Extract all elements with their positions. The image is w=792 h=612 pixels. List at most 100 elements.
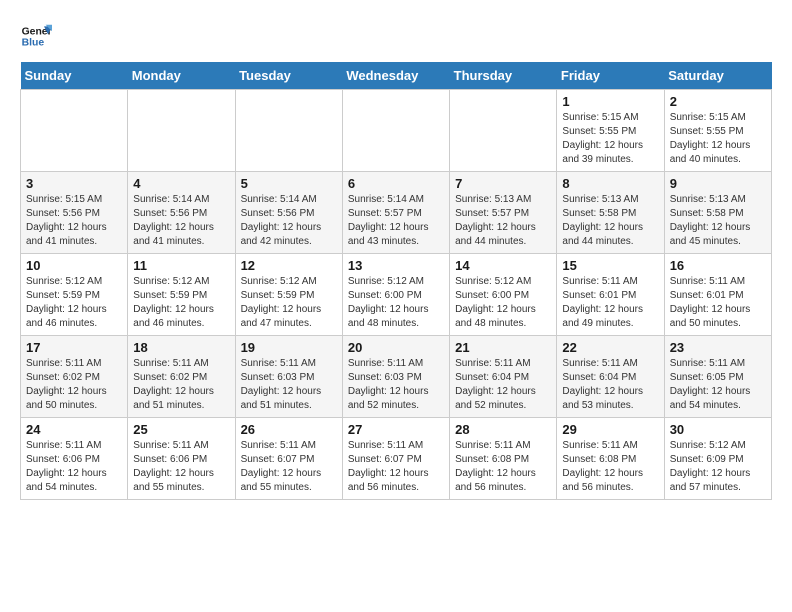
day-number: 13 <box>348 258 444 273</box>
day-cell: 6 Sunrise: 5:14 AM Sunset: 5:57 PM Daylig… <box>342 172 449 254</box>
logo: General Blue <box>20 20 52 52</box>
day-info: Sunrise: 5:11 AM Sunset: 6:08 PM Dayligh… <box>562 439 658 495</box>
day-info: Sunrise: 5:11 AM Sunset: 6:05 PM Dayligh… <box>670 357 766 413</box>
weekday-header-saturday: Saturday <box>664 62 771 90</box>
day-cell <box>21 90 128 172</box>
day-cell: 18 Sunrise: 5:11 AM Sunset: 6:02 PM Dayli… <box>128 336 235 418</box>
day-number: 11 <box>133 258 229 273</box>
day-cell <box>450 90 557 172</box>
day-info: Sunrise: 5:11 AM Sunset: 6:06 PM Dayligh… <box>133 439 229 495</box>
day-number: 14 <box>455 258 551 273</box>
day-number: 3 <box>26 176 122 191</box>
day-number: 26 <box>241 422 337 437</box>
day-info: Sunrise: 5:11 AM Sunset: 6:03 PM Dayligh… <box>348 357 444 413</box>
day-info: Sunrise: 5:14 AM Sunset: 5:57 PM Dayligh… <box>348 193 444 249</box>
week-row-3: 10 Sunrise: 5:12 AM Sunset: 5:59 PM Dayli… <box>21 254 772 336</box>
day-number: 15 <box>562 258 658 273</box>
day-info: Sunrise: 5:13 AM Sunset: 5:58 PM Dayligh… <box>562 193 658 249</box>
day-cell <box>128 90 235 172</box>
day-number: 18 <box>133 340 229 355</box>
day-info: Sunrise: 5:12 AM Sunset: 6:00 PM Dayligh… <box>348 275 444 331</box>
day-info: Sunrise: 5:11 AM Sunset: 6:07 PM Dayligh… <box>348 439 444 495</box>
page-header: General Blue <box>20 20 772 52</box>
day-number: 9 <box>670 176 766 191</box>
day-cell: 8 Sunrise: 5:13 AM Sunset: 5:58 PM Daylig… <box>557 172 664 254</box>
day-cell: 7 Sunrise: 5:13 AM Sunset: 5:57 PM Daylig… <box>450 172 557 254</box>
calendar-table: SundayMondayTuesdayWednesdayThursdayFrid… <box>20 62 772 500</box>
day-cell: 17 Sunrise: 5:11 AM Sunset: 6:02 PM Dayli… <box>21 336 128 418</box>
day-info: Sunrise: 5:14 AM Sunset: 5:56 PM Dayligh… <box>133 193 229 249</box>
day-info: Sunrise: 5:15 AM Sunset: 5:55 PM Dayligh… <box>670 111 766 167</box>
day-info: Sunrise: 5:11 AM Sunset: 6:04 PM Dayligh… <box>562 357 658 413</box>
day-cell: 11 Sunrise: 5:12 AM Sunset: 5:59 PM Dayli… <box>128 254 235 336</box>
day-info: Sunrise: 5:11 AM Sunset: 6:03 PM Dayligh… <box>241 357 337 413</box>
day-cell: 19 Sunrise: 5:11 AM Sunset: 6:03 PM Dayli… <box>235 336 342 418</box>
day-number: 16 <box>670 258 766 273</box>
weekday-header-thursday: Thursday <box>450 62 557 90</box>
weekday-header-tuesday: Tuesday <box>235 62 342 90</box>
day-cell: 28 Sunrise: 5:11 AM Sunset: 6:08 PM Dayli… <box>450 418 557 500</box>
day-number: 24 <box>26 422 122 437</box>
day-cell: 5Sunrise: 5:14 AM Sunset: 5:56 PM Daylig… <box>235 172 342 254</box>
day-cell: 25 Sunrise: 5:11 AM Sunset: 6:06 PM Dayli… <box>128 418 235 500</box>
day-cell: 3 Sunrise: 5:15 AM Sunset: 5:56 PM Daylig… <box>21 172 128 254</box>
day-number: 23 <box>670 340 766 355</box>
day-cell: 26 Sunrise: 5:11 AM Sunset: 6:07 PM Dayli… <box>235 418 342 500</box>
day-number: 7 <box>455 176 551 191</box>
week-row-1: 1 Sunrise: 5:15 AM Sunset: 5:55 PM Daylig… <box>21 90 772 172</box>
day-number: 2 <box>670 94 766 109</box>
day-cell: 14Sunrise: 5:12 AM Sunset: 6:00 PM Dayli… <box>450 254 557 336</box>
day-number: 12 <box>241 258 337 273</box>
day-info: Sunrise: 5:11 AM Sunset: 6:07 PM Dayligh… <box>241 439 337 495</box>
day-info: Sunrise: 5:12 AM Sunset: 5:59 PM Dayligh… <box>26 275 122 331</box>
day-cell: 27 Sunrise: 5:11 AM Sunset: 6:07 PM Dayli… <box>342 418 449 500</box>
day-info: Sunrise: 5:12 AM Sunset: 6:09 PM Dayligh… <box>670 439 766 495</box>
weekday-header-monday: Monday <box>128 62 235 90</box>
week-row-4: 17 Sunrise: 5:11 AM Sunset: 6:02 PM Dayli… <box>21 336 772 418</box>
day-number: 27 <box>348 422 444 437</box>
day-number: 25 <box>133 422 229 437</box>
logo-icon: General Blue <box>20 20 52 52</box>
day-number: 4 <box>133 176 229 191</box>
day-info: Sunrise: 5:11 AM Sunset: 6:01 PM Dayligh… <box>562 275 658 331</box>
day-info: Sunrise: 5:11 AM Sunset: 6:01 PM Dayligh… <box>670 275 766 331</box>
day-number: 10 <box>26 258 122 273</box>
day-cell: 29 Sunrise: 5:11 AM Sunset: 6:08 PM Dayli… <box>557 418 664 500</box>
day-cell: 24 Sunrise: 5:11 AM Sunset: 6:06 PM Dayli… <box>21 418 128 500</box>
day-info: Sunrise: 5:11 AM Sunset: 6:02 PM Dayligh… <box>133 357 229 413</box>
day-number: 20 <box>348 340 444 355</box>
day-cell <box>235 90 342 172</box>
day-cell: 4 Sunrise: 5:14 AM Sunset: 5:56 PM Daylig… <box>128 172 235 254</box>
day-number: 28 <box>455 422 551 437</box>
weekday-header-row: SundayMondayTuesdayWednesdayThursdayFrid… <box>21 62 772 90</box>
day-cell: 12Sunrise: 5:12 AM Sunset: 5:59 PM Dayli… <box>235 254 342 336</box>
day-cell: 23 Sunrise: 5:11 AM Sunset: 6:05 PM Dayli… <box>664 336 771 418</box>
day-info: Sunrise: 5:14 AM Sunset: 5:56 PM Dayligh… <box>241 193 337 249</box>
day-number: 1 <box>562 94 658 109</box>
day-number: 29 <box>562 422 658 437</box>
weekday-header-sunday: Sunday <box>21 62 128 90</box>
day-info: Sunrise: 5:15 AM Sunset: 5:55 PM Dayligh… <box>562 111 658 167</box>
day-number: 6 <box>348 176 444 191</box>
day-cell: 16 Sunrise: 5:11 AM Sunset: 6:01 PM Dayli… <box>664 254 771 336</box>
day-cell: 2 Sunrise: 5:15 AM Sunset: 5:55 PM Daylig… <box>664 90 771 172</box>
day-number: 8 <box>562 176 658 191</box>
day-number: 17 <box>26 340 122 355</box>
day-number: 19 <box>241 340 337 355</box>
day-info: Sunrise: 5:12 AM Sunset: 5:59 PM Dayligh… <box>133 275 229 331</box>
day-cell: 21Sunrise: 5:11 AM Sunset: 6:04 PM Dayli… <box>450 336 557 418</box>
day-cell: 13 Sunrise: 5:12 AM Sunset: 6:00 PM Dayli… <box>342 254 449 336</box>
day-info: Sunrise: 5:11 AM Sunset: 6:06 PM Dayligh… <box>26 439 122 495</box>
day-number: 30 <box>670 422 766 437</box>
day-cell: 15 Sunrise: 5:11 AM Sunset: 6:01 PM Dayli… <box>557 254 664 336</box>
week-row-2: 3 Sunrise: 5:15 AM Sunset: 5:56 PM Daylig… <box>21 172 772 254</box>
day-info: Sunrise: 5:15 AM Sunset: 5:56 PM Dayligh… <box>26 193 122 249</box>
day-info: Sunrise: 5:11 AM Sunset: 6:02 PM Dayligh… <box>26 357 122 413</box>
day-cell: 9Sunrise: 5:13 AM Sunset: 5:58 PM Daylig… <box>664 172 771 254</box>
weekday-header-friday: Friday <box>557 62 664 90</box>
day-info: Sunrise: 5:13 AM Sunset: 5:57 PM Dayligh… <box>455 193 551 249</box>
day-cell: 30 Sunrise: 5:12 AM Sunset: 6:09 PM Dayli… <box>664 418 771 500</box>
svg-text:Blue: Blue <box>22 38 45 49</box>
day-info: Sunrise: 5:11 AM Sunset: 6:04 PM Dayligh… <box>455 357 551 413</box>
day-info: Sunrise: 5:11 AM Sunset: 6:08 PM Dayligh… <box>455 439 551 495</box>
